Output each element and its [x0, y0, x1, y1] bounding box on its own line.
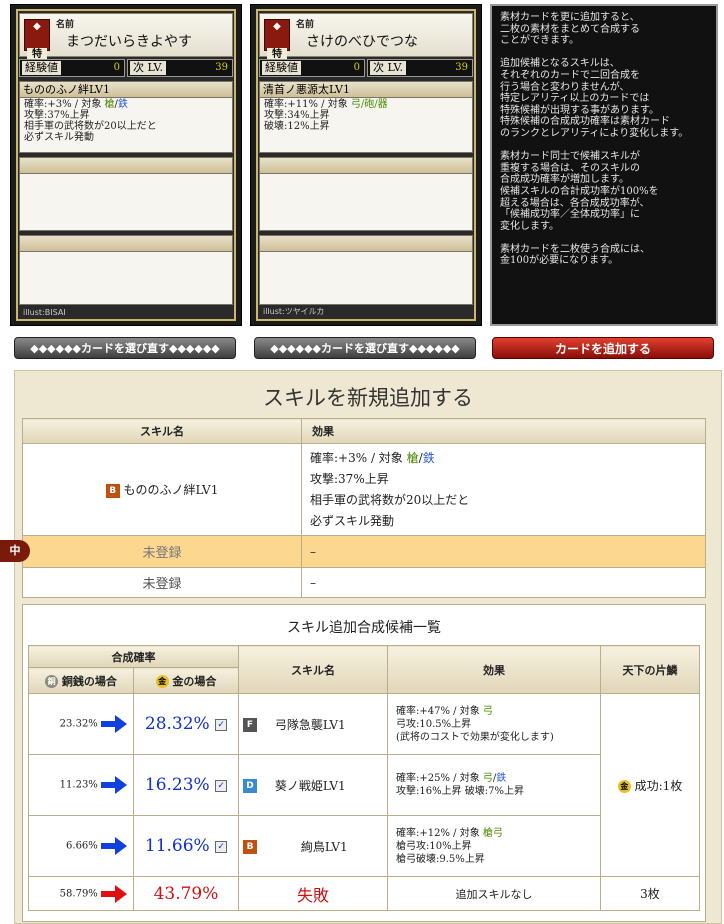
next-level-stat: 次 LV. 39	[127, 59, 233, 77]
effect-cell: 確率:+12% / 対象 槍弓 槍弓攻:10%上昇 槍弓破壊:9.5%上昇	[387, 815, 601, 877]
add-card-button[interactable]: カードを追加する	[492, 337, 714, 359]
fail-row: 58.79% 43.79% 失敗 追加スキルなし 3枚	[28, 876, 700, 911]
fragment-cell: 金 成功:1枚	[600, 693, 700, 877]
copper-rate-cell: 11.23%	[28, 754, 134, 816]
reselect-card-2-button[interactable]: ◆◆◆◆◆◆カードを選び直す◆◆◆◆◆◆	[254, 337, 476, 359]
candidate-table: 合成確率 スキル名 効果 天下の片鱗 銅 銅銭の場合 金 金の場合 23.32%…	[28, 645, 700, 911]
card-name-box: ◆ 特 名前 さけのべひでつな	[259, 13, 473, 62]
gold-rate-cell: 43.79%	[133, 876, 239, 911]
next-level-value: 39	[455, 62, 468, 73]
card-skill-slot-1: もののふノ絆LV1 確率:+3% / 対象 槍/鉄 攻撃:37%上昇 相手軍の武…	[19, 81, 233, 153]
arrow-right-icon	[101, 837, 127, 855]
name-label: 名前	[56, 20, 75, 30]
arrow-right-icon	[101, 715, 127, 733]
card-skill-title: もののふノ絆LV1	[20, 82, 232, 98]
copper-rate-cell: 58.79%	[28, 876, 134, 911]
skill-name-cell: 未登録	[22, 567, 302, 598]
exp-value: 0	[353, 62, 360, 73]
rate-header: 合成確率	[28, 645, 239, 668]
effect-cell: 追加スキルなし	[387, 876, 601, 911]
gold-rate-cell: 16.23% ✓	[133, 754, 239, 816]
skill-name: もののふノ絆LV1	[123, 483, 219, 497]
col-effect: 効果	[301, 418, 706, 444]
rank-b-icon: B	[243, 840, 257, 854]
next-level-label: 次 LV.	[370, 61, 407, 75]
candidate-row: 23.32% 28.32% ✓ F 弓隊急襲LV1 確率:+47% / 対象 弓…	[28, 693, 700, 877]
select-checkbox[interactable]: ✓	[215, 718, 228, 731]
gold-rate-cell: 28.32% ✓	[133, 693, 239, 755]
next-level-stat: 次 LV. 39	[367, 59, 473, 77]
material-card-1: ◆ 特 名前 まつだいらきよやす 経験値 0 次 LV. 39 もののふノ絆LV1…	[10, 4, 242, 326]
select-checkbox[interactable]: ✓	[215, 840, 228, 853]
exp-label: 経験値	[262, 61, 301, 75]
card-name-box: ◆ 特 名前 まつだいらきよやす	[19, 13, 233, 62]
exp-value: 0	[113, 62, 120, 73]
arrow-right-icon	[101, 884, 127, 903]
card-skill-slot-1: 清首ノ悪源太LV1 確率:+11% / 対象 弓/砲/器 攻撃:34%上昇 破壊…	[259, 81, 473, 153]
card-name: さけのべひでつな	[306, 34, 418, 50]
skill-effect-cell: –	[301, 535, 706, 568]
card-skill-slot-2	[19, 157, 233, 231]
illustrator-credit: illust:ツヤイルカ	[263, 307, 325, 316]
card-skill-title: 清首ノ悪源太LV1	[260, 82, 472, 98]
skill-effect-cell: 確率:+3% / 対象 槍/鉄 攻撃:37%上昇 相手軍の武将数が20以上だと …	[301, 443, 706, 536]
material-card-2: ◆ 特 名前 さけのべひでつな 経験値 0 次 LV. 39 清首ノ悪源太LV1 …	[250, 4, 482, 326]
skill-name-cell: B もののふノ絆LV1	[22, 443, 302, 536]
skill-name-cell: 未登録	[22, 535, 302, 568]
selected-row-tag: 中	[0, 540, 30, 562]
col-skill-name: スキル名	[22, 418, 302, 444]
candidate-row: 6.66% 11.66% ✓ B 絢鳥LV1 確率:+12% / 対象 槍弓 槍…	[28, 815, 700, 877]
candidate-list-panel: スキル追加合成候補一覧 合成確率 スキル名 効果 天下の片鱗 銅 銅銭の場合 金…	[22, 604, 706, 922]
card-skill-effect: 確率:+3% / 対象 槍/鉄 攻撃:37%上昇 相手軍の武将数が20以上だと …	[24, 99, 157, 143]
next-level-value: 39	[215, 62, 228, 73]
arrow-right-icon	[101, 776, 127, 794]
col-effect: 効果	[387, 645, 601, 694]
gold-rate-cell: 11.66% ✓	[133, 815, 239, 877]
rank-d-icon: D	[243, 779, 257, 793]
skill-name-cell: D 葵ノ戦姫LV1	[238, 754, 388, 816]
reselect-card-1-button[interactable]: ◆◆◆◆◆◆カードを選び直す◆◆◆◆◆◆	[14, 337, 236, 359]
skill-slot-row[interactable]: 未登録 –	[22, 567, 706, 598]
skill-slot-row-selected[interactable]: 未登録 –	[22, 535, 706, 568]
effect-cell: 確率:+47% / 対象 弓 弓攻:10.5%上昇 (武将のコストで効果が変化し…	[387, 693, 601, 755]
skill-effect-cell: –	[301, 567, 706, 598]
select-checkbox[interactable]: ✓	[215, 779, 228, 792]
name-label: 名前	[296, 20, 315, 30]
rarity-badge: ◆ 特	[24, 19, 50, 62]
next-level-label: 次 LV.	[130, 61, 167, 75]
synthesis-description: 素材カードを更に追加すると、 二枚の素材をまとめて合成する ことができます。 追…	[490, 4, 718, 326]
card-skill-slot-3	[259, 235, 473, 305]
illustrator-credit: illust:BISAI	[23, 308, 66, 317]
skill-name-cell: B 絢鳥LV1	[238, 815, 388, 877]
col-skill-name: スキル名	[238, 645, 388, 694]
new-skill-table: スキル名 効果 B もののふノ絆LV1 確率:+3% / 対象 槍/鉄 攻撃:3…	[22, 418, 706, 598]
card-skill-effect: 確率:+11% / 対象 弓/砲/器 攻撃:34%上昇 破壊:12%上昇	[264, 99, 388, 132]
rank-f-icon: F	[243, 718, 257, 732]
section-title: スキルを新規追加する	[263, 386, 473, 410]
effect-cell: 確率:+25% / 対象 弓/鉄 攻撃:16%上昇 破壊:7%上昇	[387, 754, 601, 816]
rarity-badge: ◆ 特	[264, 19, 290, 62]
card-skill-slot-3	[19, 235, 233, 305]
rank-b-icon: B	[105, 483, 120, 498]
skill-name-cell: 失敗	[238, 876, 388, 911]
copper-coin-icon: 銅	[45, 675, 59, 688]
exp-stat: 経験値 0	[19, 59, 125, 77]
gold-coin-icon: 金	[617, 779, 631, 793]
card-skill-slot-2	[259, 157, 473, 231]
exp-label: 経験値	[22, 61, 61, 75]
gold-header: 金 金の場合	[133, 667, 239, 694]
exp-stat: 経験値 0	[259, 59, 365, 77]
candidate-row: 11.23% 16.23% ✓ D 葵ノ戦姫LV1 確率:+25% / 対象 弓…	[28, 754, 700, 816]
col-fragment: 天下の片鱗	[600, 645, 700, 694]
gold-coin-icon: 金	[155, 675, 169, 688]
card-name: まつだいらきよやす	[66, 34, 192, 50]
candidate-title: スキル追加合成候補一覧	[287, 620, 441, 636]
copper-rate-cell: 23.32%	[28, 693, 134, 755]
copper-header: 銅 銅銭の場合	[28, 667, 134, 694]
skill-name-cell: F 弓隊急襲LV1	[238, 693, 388, 755]
fragment-cell: 3枚	[600, 876, 700, 911]
copper-rate-cell: 6.66%	[28, 815, 134, 877]
